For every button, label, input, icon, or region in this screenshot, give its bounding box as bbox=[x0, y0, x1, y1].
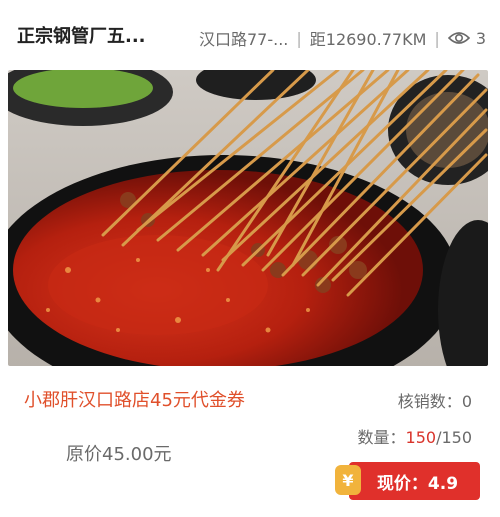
address-text: 汉口路77-... bbox=[198, 30, 289, 49]
quantity-total: /150 bbox=[436, 428, 472, 447]
meta-row: 汉口路77-... | 距12690.77KM | 3 bbox=[199, 26, 486, 50]
views-count: 3 bbox=[475, 28, 486, 48]
deal-card[interactable]: 正宗钢管厂五... 汉口路77-... | 距12690.77KM | 3 小郡… bbox=[0, 0, 500, 517]
quantity-label: 数量： bbox=[357, 428, 406, 447]
distance-text: 距12690.77KM bbox=[309, 30, 427, 49]
yuan-icon: ¥ bbox=[335, 465, 361, 495]
redeemed-label: 核销数： bbox=[397, 392, 462, 411]
card-header: 正宗钢管厂五... 汉口路77-... | 距12690.77KM | 3 bbox=[0, 0, 500, 70]
quantity-remaining: 150 bbox=[405, 428, 437, 447]
divider: | bbox=[296, 28, 302, 48]
current-price: 现价：4.9 bbox=[349, 462, 480, 500]
deal-photo[interactable] bbox=[8, 70, 488, 366]
quantity-info: 数量：150/150 bbox=[358, 424, 473, 448]
redeemed-value: 0 bbox=[461, 392, 472, 411]
eye-icon bbox=[447, 30, 470, 46]
deal-title[interactable]: 小郡肝汉口路店45元代金券 bbox=[24, 386, 245, 412]
current-price-button[interactable]: ¥ 现价：4.9 bbox=[335, 462, 480, 500]
shop-name[interactable]: 正宗钢管厂五... bbox=[17, 22, 146, 48]
redeemed-count: 核销数：0 bbox=[398, 388, 472, 412]
original-price: 原价45.00元 bbox=[66, 444, 172, 465]
divider: | bbox=[434, 28, 440, 48]
